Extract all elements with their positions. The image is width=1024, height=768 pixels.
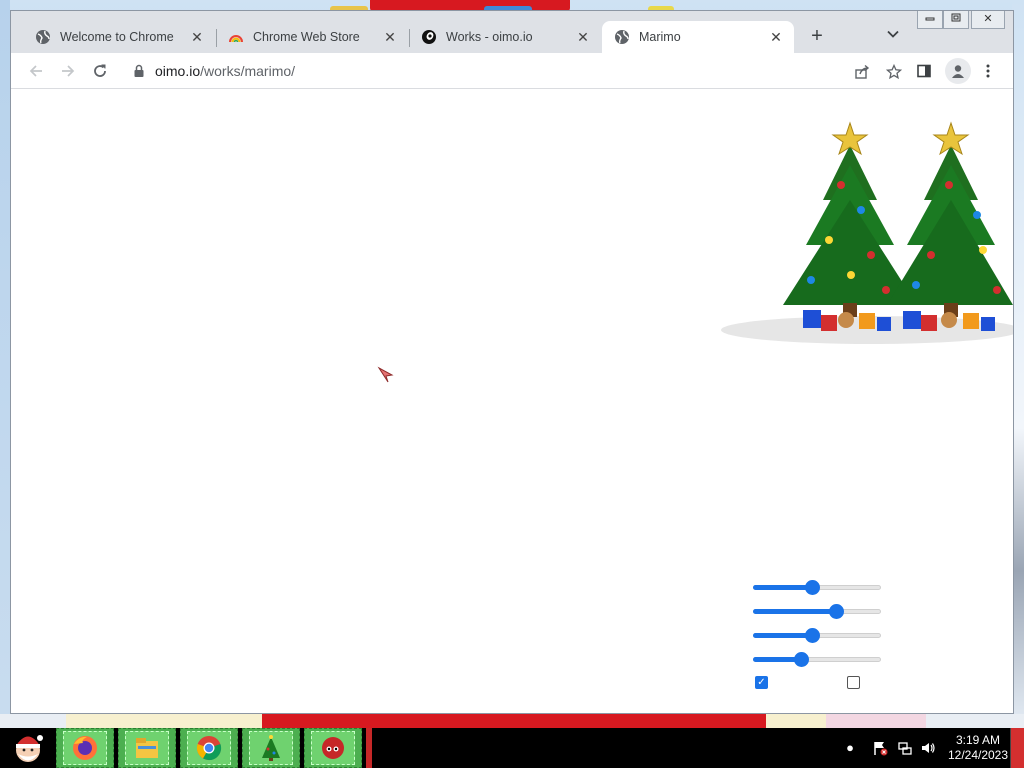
- address-bar[interactable]: oimo.io/works/marimo/: [121, 57, 911, 85]
- menu-button[interactable]: [977, 60, 999, 82]
- tab-welcome-to-chrome[interactable]: Welcome to Chrome ✕: [23, 21, 215, 53]
- new-tab-button[interactable]: +: [805, 25, 829, 49]
- tab-works-oimo[interactable]: Works - oimo.io ✕: [409, 21, 601, 53]
- desktop-wallpaper-bottom: [0, 714, 1024, 728]
- side-panel-button[interactable]: [913, 60, 935, 82]
- taskbar-separator: [366, 728, 372, 768]
- tab-search-button[interactable]: [883, 27, 903, 47]
- christmas-tree-icon: [262, 735, 280, 761]
- clock-time: 3:19 AM: [955, 733, 1001, 747]
- slider-4[interactable]: [753, 652, 881, 667]
- clock[interactable]: 3:19 AM 12/24/2023: [944, 733, 1012, 763]
- slider-thumb[interactable]: [829, 604, 844, 619]
- tab-title: Chrome Web Store: [253, 30, 360, 44]
- bookmark-star-icon[interactable]: [885, 63, 903, 81]
- checkbox-2[interactable]: [847, 676, 860, 689]
- slider-3[interactable]: [753, 628, 881, 643]
- close-icon[interactable]: ✕: [189, 29, 205, 45]
- close-icon[interactable]: ✕: [382, 29, 398, 45]
- chevron-down-icon: [887, 30, 899, 38]
- oimo-icon: [421, 29, 437, 45]
- slider-thumb[interactable]: [794, 652, 809, 667]
- dot-icon[interactable]: ●: [842, 740, 858, 756]
- tab-title: Welcome to Chrome: [60, 30, 174, 44]
- christmas-tree-icon: [783, 121, 917, 317]
- back-button[interactable]: [25, 60, 47, 82]
- slider-2[interactable]: [753, 604, 881, 619]
- close-window-button[interactable]: ✕: [971, 11, 1005, 29]
- close-icon[interactable]: ✕: [575, 29, 591, 45]
- taskbar: ● 3:19 AM 12/24/2023: [0, 728, 1024, 768]
- side-panel-icon: [917, 64, 931, 78]
- page-content[interactable]: ✓: [11, 90, 1013, 713]
- tab-title: Works - oimo.io: [446, 30, 533, 44]
- red-ball-icon: [322, 737, 344, 759]
- taskbar-app-firefox[interactable]: [56, 728, 114, 768]
- christmas-tree-icon: [887, 121, 1013, 317]
- show-desktop-button[interactable]: [1010, 728, 1024, 768]
- arrow-right-icon: [62, 65, 75, 77]
- browser-toolbar: oimo.io/works/marimo/: [11, 53, 1013, 89]
- desktop-wallpaper-left: [0, 0, 10, 714]
- url-host: oimo.io: [155, 63, 201, 79]
- tab-strip: Welcome to Chrome ✕ Chrome Web Store ✕ W…: [11, 11, 1013, 53]
- slider-fill: [753, 633, 813, 638]
- network-icon[interactable]: [897, 740, 913, 756]
- volume-icon[interactable]: [920, 740, 936, 756]
- checkbox-1[interactable]: ✓: [755, 676, 768, 689]
- slider-1[interactable]: [753, 580, 881, 595]
- start-button[interactable]: [4, 728, 52, 768]
- close-icon[interactable]: ✕: [768, 29, 784, 45]
- firefox-icon: [73, 736, 97, 760]
- mouse-cursor-icon: [377, 366, 394, 383]
- taskbar-app-file-explorer[interactable]: [118, 728, 176, 768]
- clock-date: 12/24/2023: [947, 748, 1009, 762]
- minimize-button[interactable]: [917, 11, 943, 29]
- christmas-trees-decoration: [721, 121, 1013, 344]
- globe-icon: [614, 29, 630, 45]
- taskbar-app-chrome[interactable]: [180, 728, 238, 768]
- action-center-flag-icon[interactable]: [872, 740, 888, 756]
- slider-thumb[interactable]: [805, 580, 820, 595]
- taskbar-app-christmas-tree[interactable]: [242, 728, 300, 768]
- profile-icon: [952, 65, 964, 78]
- santa-icon: [16, 735, 43, 762]
- lock-icon[interactable]: [133, 64, 145, 81]
- share-icon[interactable]: [853, 63, 871, 81]
- profile-button[interactable]: [945, 58, 971, 84]
- file-explorer-icon: [136, 738, 158, 758]
- globe-icon: [35, 29, 51, 45]
- taskbar-app-red-ball[interactable]: [304, 728, 362, 768]
- tab-marimo[interactable]: Marimo ✕: [602, 21, 794, 53]
- slider-fill: [753, 609, 837, 614]
- slider-fill: [753, 585, 813, 590]
- arrow-left-icon: [29, 65, 42, 77]
- tab-title: Marimo: [639, 30, 681, 44]
- restore-button[interactable]: [943, 11, 969, 29]
- chrome-icon: [196, 736, 222, 761]
- rainbow-icon: [228, 29, 244, 45]
- reload-icon: [94, 64, 106, 77]
- url-path: /works/marimo/: [200, 63, 296, 79]
- more-vert-icon: [986, 64, 990, 78]
- tab-chrome-web-store[interactable]: Chrome Web Store ✕: [216, 21, 408, 53]
- browser-window: Welcome to Chrome ✕ Chrome Web Store ✕ W…: [10, 10, 1014, 714]
- slider-thumb[interactable]: [805, 628, 820, 643]
- reload-button[interactable]: [89, 60, 111, 82]
- url-text: oimo.io/works/marimo/: [155, 63, 295, 79]
- forward-button[interactable]: [57, 60, 79, 82]
